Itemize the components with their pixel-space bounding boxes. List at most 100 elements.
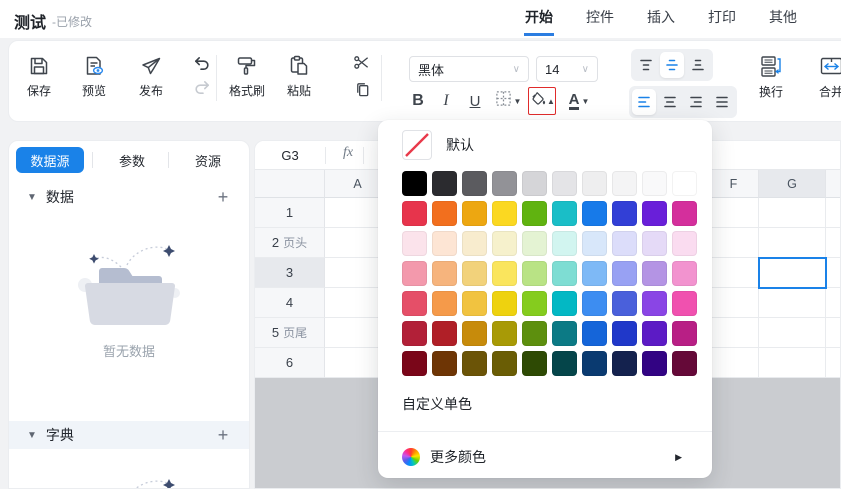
color-swatch-0-4[interactable] bbox=[522, 171, 547, 196]
color-swatch-2-5[interactable] bbox=[552, 231, 577, 256]
cell-F4[interactable] bbox=[709, 288, 759, 318]
cell-F2[interactable] bbox=[709, 228, 759, 258]
cell-F6[interactable] bbox=[709, 348, 759, 378]
tab-insert[interactable]: 插入 bbox=[646, 0, 676, 36]
borders-button[interactable]: ▼ bbox=[493, 88, 523, 114]
color-swatch-2-9[interactable] bbox=[672, 231, 697, 256]
data-section-header[interactable]: ▼ 数据 + bbox=[9, 183, 249, 211]
color-swatch-6-6[interactable] bbox=[582, 351, 607, 376]
cell-F3[interactable] bbox=[709, 258, 759, 288]
color-swatch-3-2[interactable] bbox=[462, 261, 487, 286]
color-swatch-3-6[interactable] bbox=[582, 261, 607, 286]
custom-color-label[interactable]: 自定义单色 bbox=[402, 394, 472, 414]
color-swatch-5-2[interactable] bbox=[462, 321, 487, 346]
color-swatch-2-7[interactable] bbox=[612, 231, 637, 256]
color-swatch-3-4[interactable] bbox=[522, 261, 547, 286]
color-swatch-2-8[interactable] bbox=[642, 231, 667, 256]
color-swatch-2-4[interactable] bbox=[522, 231, 547, 256]
color-swatch-3-5[interactable] bbox=[552, 261, 577, 286]
cell-G2[interactable] bbox=[759, 228, 826, 258]
default-color-item[interactable]: 默认 bbox=[398, 127, 692, 163]
color-swatch-0-3[interactable] bbox=[492, 171, 517, 196]
color-swatch-0-2[interactable] bbox=[462, 171, 487, 196]
chevron-down-icon[interactable]: ▼ bbox=[27, 192, 37, 203]
align-right-button[interactable] bbox=[684, 89, 708, 115]
format-painter-button[interactable]: 格式刷 bbox=[223, 54, 271, 99]
align-justify-button[interactable] bbox=[710, 89, 734, 115]
color-swatch-4-8[interactable] bbox=[642, 291, 667, 316]
color-swatch-6-3[interactable] bbox=[492, 351, 517, 376]
tab-others[interactable]: 其他 bbox=[768, 0, 798, 36]
cut-button[interactable] bbox=[353, 54, 370, 76]
color-swatch-4-7[interactable] bbox=[612, 291, 637, 316]
color-swatch-1-9[interactable] bbox=[672, 201, 697, 226]
color-swatch-4-2[interactable] bbox=[462, 291, 487, 316]
color-swatch-6-4[interactable] bbox=[522, 351, 547, 376]
color-swatch-1-3[interactable] bbox=[492, 201, 517, 226]
color-swatch-2-0[interactable] bbox=[402, 231, 427, 256]
row-header-6[interactable]: 6 bbox=[255, 348, 325, 378]
color-swatch-4-5[interactable] bbox=[552, 291, 577, 316]
color-swatch-0-0[interactable] bbox=[402, 171, 427, 196]
color-swatch-3-3[interactable] bbox=[492, 261, 517, 286]
color-swatch-2-1[interactable] bbox=[432, 231, 457, 256]
column-header-G[interactable]: G bbox=[759, 170, 826, 198]
cell-partial5[interactable] bbox=[826, 318, 841, 348]
sidebar-tab-resources[interactable]: 资源 bbox=[178, 147, 238, 173]
save-button[interactable]: 保存 bbox=[15, 54, 63, 99]
color-swatch-6-5[interactable] bbox=[552, 351, 577, 376]
color-swatch-2-2[interactable] bbox=[462, 231, 487, 256]
merge-cells-button[interactable]: 合并 bbox=[807, 54, 841, 100]
row-header-4[interactable]: 4 bbox=[255, 288, 325, 318]
redo-button[interactable] bbox=[193, 79, 211, 102]
color-swatch-5-5[interactable] bbox=[552, 321, 577, 346]
align-left-button[interactable] bbox=[632, 89, 656, 115]
color-swatch-1-5[interactable] bbox=[552, 201, 577, 226]
add-dictionary-button[interactable]: + bbox=[212, 424, 234, 446]
color-swatch-5-4[interactable] bbox=[522, 321, 547, 346]
more-colors-item[interactable]: 更多颜色 ▶ bbox=[392, 442, 698, 472]
underline-button[interactable]: U bbox=[464, 88, 486, 114]
row-header-2[interactable]: 2页头 bbox=[255, 228, 325, 258]
publish-button[interactable]: 发布 bbox=[127, 54, 175, 99]
cell-partial2[interactable] bbox=[826, 228, 841, 258]
cell-G1[interactable] bbox=[759, 198, 826, 228]
row-header-1[interactable]: 1 bbox=[255, 198, 325, 228]
cell-F5[interactable] bbox=[709, 318, 759, 348]
add-data-button[interactable]: + bbox=[212, 186, 234, 208]
color-swatch-5-6[interactable] bbox=[582, 321, 607, 346]
color-swatch-6-9[interactable] bbox=[672, 351, 697, 376]
cell-name-box[interactable]: G3 bbox=[255, 141, 325, 169]
sidebar-tab-datasource[interactable]: 数据源 bbox=[16, 147, 84, 173]
bold-button[interactable]: B bbox=[407, 88, 429, 114]
cell-G5[interactable] bbox=[759, 318, 826, 348]
color-swatch-4-1[interactable] bbox=[432, 291, 457, 316]
color-swatch-0-7[interactable] bbox=[612, 171, 637, 196]
color-swatch-1-1[interactable] bbox=[432, 201, 457, 226]
align-top-button[interactable] bbox=[634, 52, 658, 78]
undo-button[interactable] bbox=[193, 55, 211, 78]
color-swatch-3-1[interactable] bbox=[432, 261, 457, 286]
fill-color-button[interactable]: ▲ bbox=[528, 87, 556, 115]
paste-button[interactable]: 粘贴 bbox=[275, 54, 323, 99]
color-swatch-4-4[interactable] bbox=[522, 291, 547, 316]
color-swatch-5-0[interactable] bbox=[402, 321, 427, 346]
color-swatch-3-7[interactable] bbox=[612, 261, 637, 286]
color-swatch-0-8[interactable] bbox=[642, 171, 667, 196]
color-swatch-3-0[interactable] bbox=[402, 261, 427, 286]
color-swatch-1-7[interactable] bbox=[612, 201, 637, 226]
color-swatch-5-7[interactable] bbox=[612, 321, 637, 346]
cell-G4[interactable] bbox=[759, 288, 826, 318]
align-middle-button[interactable] bbox=[660, 52, 684, 78]
color-swatch-3-8[interactable] bbox=[642, 261, 667, 286]
color-swatch-5-1[interactable] bbox=[432, 321, 457, 346]
color-swatch-1-6[interactable] bbox=[582, 201, 607, 226]
wrap-text-button[interactable]: 换行 bbox=[747, 54, 795, 100]
font-family-select[interactable]: 黑体 ∨ bbox=[409, 56, 529, 82]
tab-controls[interactable]: 控件 bbox=[585, 0, 615, 36]
selected-cell-outline[interactable] bbox=[758, 257, 827, 289]
row-header-3[interactable]: 3 bbox=[255, 258, 325, 288]
font-color-button[interactable]: A ▼ bbox=[563, 88, 595, 114]
tab-print[interactable]: 打印 bbox=[707, 0, 737, 36]
color-swatch-1-2[interactable] bbox=[462, 201, 487, 226]
